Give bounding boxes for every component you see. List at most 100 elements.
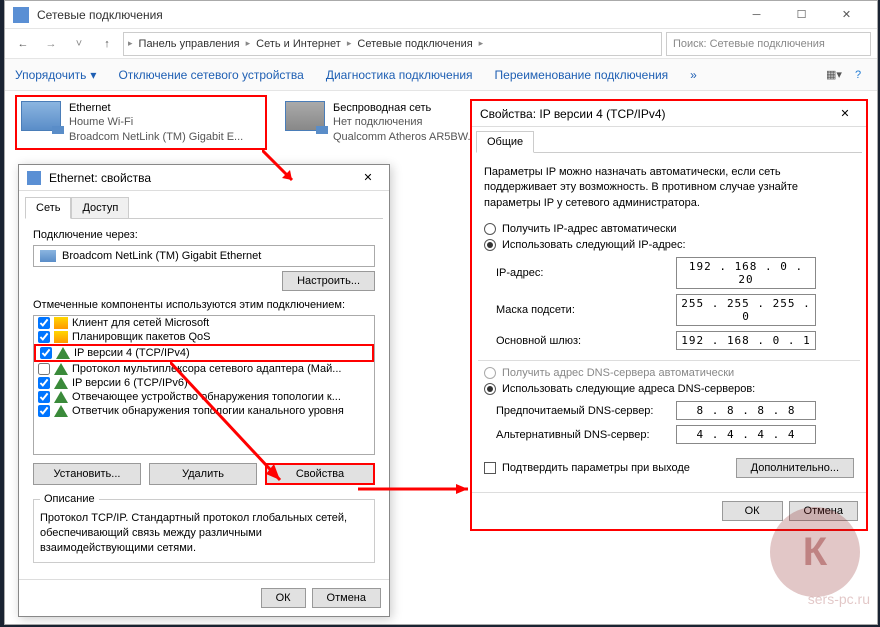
close-button[interactable]: ✕ (824, 2, 869, 28)
adapter-name: Ethernet (69, 101, 243, 115)
component-checkbox[interactable] (40, 347, 52, 359)
tab-general[interactable]: Общие (476, 131, 534, 153)
ok-button[interactable]: ОК (261, 588, 306, 608)
adapter-selector: Broadcom NetLink (TM) Gigabit Ethernet (33, 245, 375, 267)
cancel-button[interactable]: Отмена (312, 588, 381, 608)
subnet-mask-label: Маска подсети: (496, 304, 676, 316)
chevron-right-icon: ▸ (246, 38, 251, 49)
adapter-wireless[interactable]: Беспроводная сеть Нет подключения Qualco… (281, 97, 501, 148)
preferred-dns-label: Предпочитаемый DNS-сервер: (496, 405, 676, 417)
uninstall-button[interactable]: Удалить (149, 463, 257, 485)
protocol-icon (54, 377, 68, 389)
component-checkbox[interactable] (38, 405, 50, 417)
network-client-icon (54, 331, 68, 343)
subnet-mask-input[interactable]: 255 . 255 . 255 . 0 (676, 294, 816, 326)
component-item[interactable]: Планировщик пакетов QoS (34, 330, 374, 344)
wireless-adapter-icon (285, 101, 325, 131)
more-chevron[interactable]: » (690, 68, 697, 82)
breadcrumb[interactable]: ▸ Панель управления ▸ Сеть и Интернет ▸ … (123, 32, 662, 56)
component-label: Ответчик обнаружения топологии канальног… (72, 405, 344, 417)
component-label: IP версии 4 (TCP/IPv4) (74, 347, 190, 359)
configure-button[interactable]: Настроить... (282, 271, 375, 291)
adapter-device: Qualcomm Atheros AR5BW... (333, 130, 477, 144)
titlebar: Сетевые подключения ─ ☐ ✕ (5, 1, 877, 29)
close-button[interactable]: ✕ (355, 166, 381, 190)
up-button[interactable]: ↑ (95, 32, 119, 56)
adapter-name: Беспроводная сеть (333, 101, 477, 115)
help-icon[interactable]: ? (849, 66, 867, 84)
recent-dropdown[interactable]: ˅ (67, 32, 91, 56)
rename-link[interactable]: Переименование подключения (495, 68, 669, 82)
dialog-icon (27, 171, 41, 185)
component-label: IP версии 6 (TCP/IPv6) (72, 377, 188, 389)
component-item[interactable]: IP версии 4 (TCP/IPv4) (34, 344, 374, 362)
gateway-input[interactable]: 192 . 168 . 0 . 1 (676, 331, 816, 350)
ethernet-properties-dialog: Ethernet: свойства ✕ Сеть Доступ Подключ… (18, 164, 390, 617)
adapter-name: Broadcom NetLink (TM) Gigabit Ethernet (62, 250, 261, 262)
gateway-label: Основной шлюз: (496, 335, 676, 347)
adapter-status: Houme Wi-Fi (69, 115, 243, 129)
disable-device-link[interactable]: Отключение сетевого устройства (118, 68, 303, 82)
radio-auto-dns: Получить адрес DNS-сервера автоматически (484, 367, 854, 379)
window-icon (13, 7, 29, 23)
alternate-dns-input[interactable]: 4 . 4 . 4 . 4 (676, 425, 816, 444)
checkbox-icon (484, 462, 496, 474)
diagnose-link[interactable]: Диагностика подключения (326, 68, 473, 82)
connect-via-label: Подключение через: (33, 229, 375, 241)
chevron-down-icon: ▾ (90, 68, 96, 82)
search-input[interactable]: Поиск: Сетевые подключения (666, 32, 871, 56)
view-mode-icon[interactable]: ▦▾ (825, 66, 843, 84)
forward-button[interactable]: → (39, 32, 63, 56)
nic-icon (40, 250, 56, 262)
component-item[interactable]: IP версии 6 (TCP/IPv6) (34, 376, 374, 390)
chevron-right-icon: ▸ (347, 38, 352, 49)
validate-checkbox-row[interactable]: Подтвердить параметры при выходе (484, 462, 736, 474)
component-item[interactable]: Протокол мультиплексора сетевого адаптер… (34, 362, 374, 376)
radio-label: Использовать следующий IP-адрес: (502, 239, 686, 251)
radio-icon (484, 383, 496, 395)
watermark-text: sers-pc.ru (808, 591, 870, 607)
component-checkbox[interactable] (38, 331, 50, 343)
organize-menu[interactable]: Упорядочить ▾ (15, 68, 96, 82)
install-button[interactable]: Установить... (33, 463, 141, 485)
ok-button[interactable]: ОК (722, 501, 783, 521)
description-text: Протокол TCP/IP. Стандартный протокол гл… (40, 511, 368, 556)
component-item[interactable]: Ответчик обнаружения топологии канальног… (34, 404, 374, 418)
radio-auto-ip[interactable]: Получить IP-адрес автоматически (484, 223, 854, 235)
crumb-network[interactable]: Сеть и Интернет (252, 36, 345, 52)
crumb-connections[interactable]: Сетевые подключения (353, 36, 476, 52)
component-checkbox[interactable] (38, 377, 50, 389)
minimize-button[interactable]: ─ (734, 2, 779, 28)
tab-access[interactable]: Доступ (71, 197, 129, 219)
preferred-dns-input[interactable]: 8 . 8 . 8 . 8 (676, 401, 816, 420)
component-checkbox[interactable] (38, 317, 50, 329)
close-button[interactable]: ✕ (832, 102, 858, 126)
alternate-dns-label: Альтернативный DNS-сервер: (496, 429, 676, 441)
component-label: Протокол мультиплексора сетевого адаптер… (72, 363, 341, 375)
components-label: Отмеченные компоненты используются этим … (33, 299, 375, 311)
toolbar: Упорядочить ▾ Отключение сетевого устрой… (5, 59, 877, 91)
ipv4-properties-dialog: Свойства: IP версии 4 (TCP/IPv4) ✕ Общие… (470, 99, 868, 531)
component-item[interactable]: Отвечающее устройство обнаружения тополо… (34, 390, 374, 404)
ip-address-input[interactable]: 192 . 168 . 0 . 20 (676, 257, 816, 289)
component-checkbox[interactable] (38, 363, 50, 375)
chevron-right-icon: ▸ (128, 38, 133, 49)
component-checkbox[interactable] (38, 391, 50, 403)
protocol-icon (56, 347, 70, 359)
tab-network[interactable]: Сеть (25, 197, 71, 219)
tabs: Общие (476, 131, 862, 153)
adapter-device: Broadcom NetLink (TM) Gigabit E... (69, 130, 243, 144)
component-list[interactable]: Клиент для сетей MicrosoftПланировщик па… (33, 315, 375, 455)
maximize-button[interactable]: ☐ (779, 2, 824, 28)
radio-manual-ip[interactable]: Использовать следующий IP-адрес: (484, 239, 854, 251)
component-label: Отвечающее устройство обнаружения тополо… (72, 391, 341, 403)
component-item[interactable]: Клиент для сетей Microsoft (34, 316, 374, 330)
crumb-control-panel[interactable]: Панель управления (135, 36, 244, 52)
properties-button[interactable]: Свойства (265, 463, 375, 485)
advanced-button[interactable]: Дополнительно... (736, 458, 854, 478)
ethernet-adapter-icon (21, 101, 61, 131)
radio-manual-dns[interactable]: Использовать следующие адреса DNS-сервер… (484, 383, 854, 395)
adapter-ethernet[interactable]: Ethernet Houme Wi-Fi Broadcom NetLink (T… (15, 95, 267, 150)
back-button[interactable]: ← (11, 32, 35, 56)
radio-label: Получить IP-адрес автоматически (502, 223, 676, 235)
